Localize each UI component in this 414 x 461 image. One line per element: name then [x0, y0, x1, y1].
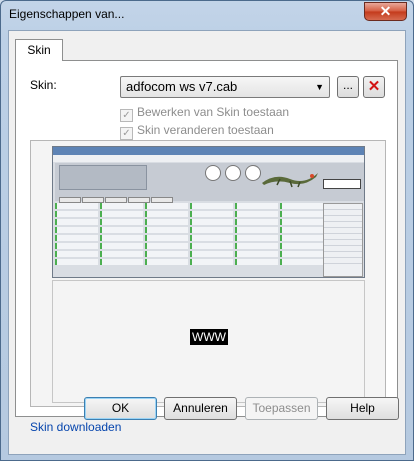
preview-contact-grid — [55, 203, 323, 277]
skin-select[interactable]: adfocom ws v7.cab ▼ — [120, 76, 330, 98]
preview-titlebar — [53, 147, 364, 155]
title-bar[interactable]: Eigenschappen van... ✕ — [1, 1, 413, 29]
preview-buttons — [59, 192, 179, 203]
chevron-down-icon: ▼ — [315, 82, 324, 92]
skin-preview-thumbnail — [52, 146, 365, 278]
preview-toolbar — [55, 163, 364, 203]
checkbox-check-icon: ✓ — [120, 127, 133, 140]
allow-change-label: Skin veranderen toestaan — [137, 123, 274, 137]
window-title: Eigenschappen van... — [9, 7, 125, 21]
help-button[interactable]: Help — [326, 397, 399, 420]
allow-edit-checkbox[interactable]: ✓ Bewerken van Skin toestaan — [120, 105, 289, 122]
allow-change-checkbox[interactable]: ✓ Skin veranderen toestaan — [120, 123, 274, 140]
skin-preview: WWW — [30, 140, 386, 407]
dialog-client-area: Skin Skin: adfocom ws v7.cab ▼ ... ✕ ✓ Be… — [8, 30, 406, 455]
preview-placeholder: WWW — [190, 329, 228, 345]
gauge-icon — [205, 165, 221, 181]
lizard-logo-icon — [262, 173, 318, 188]
preview-menubar — [53, 155, 364, 162]
gauge-icon — [225, 165, 241, 181]
delete-skin-button[interactable]: ✕ — [363, 76, 385, 98]
tab-skin[interactable]: Skin — [15, 39, 63, 61]
cancel-button[interactable]: Annuleren — [164, 397, 237, 420]
preview-display — [59, 165, 147, 190]
close-button[interactable]: ✕ — [364, 2, 407, 21]
checkbox-check-icon: ✓ — [120, 109, 133, 122]
apply-button[interactable]: Toepassen — [245, 397, 318, 420]
preview-clock — [323, 179, 361, 189]
gauge-icon — [245, 165, 261, 181]
preview-side-list — [323, 203, 363, 277]
close-icon: ✕ — [379, 3, 392, 19]
skin-tab-panel: Skin: adfocom ws v7.cab ▼ ... ✕ ✓ Bewerke… — [15, 60, 398, 417]
skin-label: Skin: — [30, 78, 57, 92]
red-x-icon: ✕ — [367, 78, 381, 95]
skin-download-link[interactable]: Skin downloaden — [30, 420, 121, 434]
preview-web-area: WWW — [52, 280, 365, 403]
ok-button[interactable]: OK — [84, 397, 157, 420]
skin-select-value: adfocom ws v7.cab — [126, 79, 238, 94]
browse-skin-button[interactable]: ... — [337, 76, 359, 98]
allow-edit-label: Bewerken van Skin toestaan — [137, 105, 290, 119]
properties-dialog: Eigenschappen van... ✕ Skin Skin: adfoco… — [0, 0, 414, 461]
